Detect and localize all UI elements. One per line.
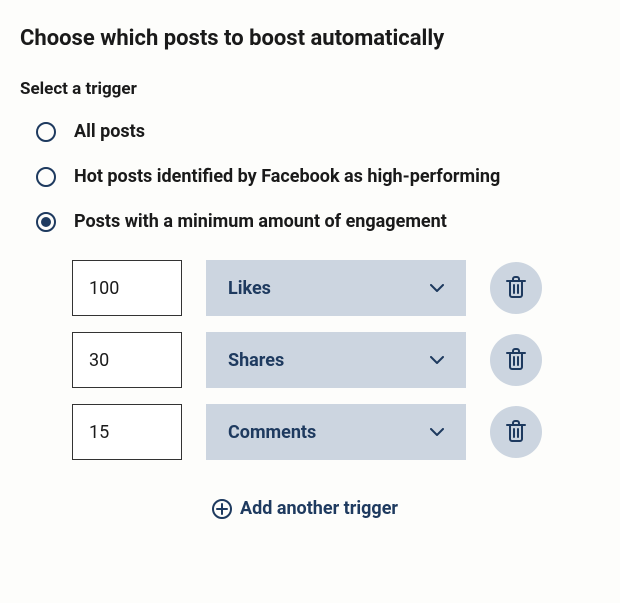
trigger-row: Comments	[72, 404, 600, 460]
dropdown-label: Shares	[228, 350, 284, 371]
chevron-down-icon	[430, 281, 444, 295]
metric-dropdown[interactable]: Shares	[206, 332, 466, 388]
radio-label: Posts with a minimum amount of engagemen…	[74, 211, 447, 232]
plus-circle-icon	[212, 499, 232, 519]
add-trigger-button[interactable]: Add another trigger	[72, 498, 600, 519]
delete-button[interactable]	[490, 262, 542, 314]
trash-icon	[506, 420, 526, 445]
threshold-input[interactable]	[72, 332, 182, 388]
metric-dropdown[interactable]: Comments	[206, 404, 466, 460]
trash-icon	[506, 276, 526, 301]
page-title: Choose which posts to boost automaticall…	[20, 26, 600, 51]
radio-icon	[36, 212, 56, 232]
dropdown-label: Likes	[228, 278, 271, 299]
trash-icon	[506, 348, 526, 373]
trigger-rows: Likes Shares Comments	[20, 260, 600, 519]
section-label: Select a trigger	[20, 79, 600, 99]
delete-button[interactable]	[490, 334, 542, 386]
trigger-row: Shares	[72, 332, 600, 388]
dropdown-label: Comments	[228, 422, 316, 443]
radio-option-min-engagement[interactable]: Posts with a minimum amount of engagemen…	[20, 211, 600, 232]
radio-icon	[36, 167, 56, 187]
radio-label: Hot posts identified by Facebook as high…	[74, 166, 500, 187]
radio-option-hot-posts[interactable]: Hot posts identified by Facebook as high…	[20, 166, 600, 187]
radio-group: All posts Hot posts identified by Facebo…	[20, 121, 600, 232]
chevron-down-icon	[430, 353, 444, 367]
radio-icon	[36, 122, 56, 142]
radio-label: All posts	[74, 121, 145, 142]
threshold-input[interactable]	[72, 404, 182, 460]
chevron-down-icon	[430, 425, 444, 439]
delete-button[interactable]	[490, 406, 542, 458]
trigger-row: Likes	[72, 260, 600, 316]
metric-dropdown[interactable]: Likes	[206, 260, 466, 316]
add-trigger-label: Add another trigger	[240, 498, 398, 519]
threshold-input[interactable]	[72, 260, 182, 316]
radio-option-all-posts[interactable]: All posts	[20, 121, 600, 142]
